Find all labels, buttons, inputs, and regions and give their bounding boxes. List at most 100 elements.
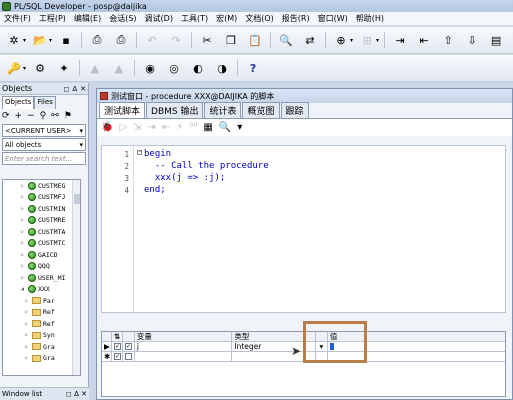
expand-arrow-icon[interactable]: ▷	[21, 183, 28, 189]
session-icon[interactable]: ⚙	[31, 59, 49, 77]
tab-test-window[interactable]: 跟踪	[280, 102, 309, 118]
tab-test-window[interactable]: 统计表	[204, 102, 242, 118]
pin-icon[interactable]: ◻	[66, 390, 72, 398]
expand-arrow-icon[interactable]: ▷	[25, 321, 32, 327]
search-icon[interactable]: 🔍	[219, 122, 231, 133]
menu-item[interactable]: 文件(F)	[0, 13, 35, 24]
include-checkbox[interactable]: ✓	[122, 342, 135, 352]
in-out-cell[interactable]: ✓	[111, 342, 123, 352]
save-icon[interactable]: ▪	[57, 31, 75, 49]
toggle-var-icon[interactable]: ⁰⁰	[189, 122, 197, 133]
menu-item[interactable]: 工具(T)	[177, 13, 212, 24]
redo-icon[interactable]: ↷	[167, 31, 185, 49]
variable-name-cell[interactable]: j	[134, 342, 233, 352]
menu-item[interactable]: 窗口(W)	[314, 13, 352, 24]
execute-icon[interactable]: ⊕	[332, 31, 350, 49]
menu-item[interactable]: 工程(P)	[35, 13, 70, 24]
tree-item[interactable]: ▷ CUSTMTC	[3, 238, 80, 250]
tree-item[interactable]: ▷ Ref	[3, 318, 80, 330]
database-icon[interactable]: ◎	[165, 59, 183, 77]
tree-item[interactable]: ▷ CUSTMFJ	[3, 192, 80, 204]
expand-arrow-icon[interactable]: ▷	[21, 194, 28, 200]
tree-item[interactable]: ▷ CUSTMIN	[3, 203, 80, 215]
expand-arrow-icon[interactable]: ▷	[21, 275, 28, 281]
menu-item[interactable]: 会话(S)	[105, 13, 140, 24]
expand-arrow-icon[interactable]: ▷	[21, 252, 28, 258]
new-icon[interactable]: ✲	[5, 31, 23, 49]
tab-test-window[interactable]: DBMS 输出	[146, 102, 204, 118]
expand-arrow-icon[interactable]: ▷	[21, 263, 28, 269]
pin-icon[interactable]: ◻	[64, 85, 70, 93]
tab-test-window[interactable]: 概览图	[242, 102, 280, 118]
tree-item[interactable]: ▷ Ref	[3, 307, 80, 319]
tree-item[interactable]: ▷ CUSTMTA	[3, 226, 80, 238]
menu-item[interactable]: 宏(M)	[212, 13, 241, 24]
paste-icon[interactable]: 📋	[246, 31, 264, 49]
filter-icon[interactable]: ⚲	[40, 111, 47, 121]
uppercase-icon[interactable]: ⇧	[439, 31, 457, 49]
fold-toggle-icon[interactable]: −	[137, 150, 142, 155]
tree-item[interactable]: ▷ Syn	[3, 330, 80, 342]
in-out-cell[interactable]: ✓	[111, 352, 123, 362]
tree-item[interactable]: ▷ USER_MI	[3, 272, 80, 284]
tree-item[interactable]: ▷ Par	[3, 295, 80, 307]
menu-item[interactable]: 帮助(H)	[352, 13, 388, 24]
run-to-exception-icon[interactable]: ⚡	[176, 122, 183, 133]
step-out-icon[interactable]: ⇤	[162, 122, 170, 133]
run-icon[interactable]: ▷	[119, 122, 127, 133]
comment-icon[interactable]: ▤	[487, 31, 505, 49]
include-checkbox[interactable]	[122, 352, 135, 362]
rollback-icon[interactable]: ▲	[110, 59, 128, 77]
tab-objects[interactable]: Objects	[2, 96, 35, 109]
table-icon[interactable]: ▦	[203, 122, 212, 133]
help-icon[interactable]: ?	[244, 59, 262, 77]
autohide-icon[interactable]: ᐃ	[74, 390, 79, 398]
expand-arrow-icon[interactable]: ▷	[21, 217, 28, 223]
expand-arrow-icon[interactable]: ▷	[25, 309, 32, 315]
chevron-down-icon[interactable]: ▾	[237, 122, 242, 133]
object-tree[interactable]: ▷ CUSTMEG ▷ CUSTMFJ ▷ CUSTMIN ▷ CUSTMRE ▷ CUSTMTA…	[2, 179, 81, 376]
object-filter-select[interactable]: All objects ▾	[2, 138, 86, 151]
connect-icon[interactable]: ◉	[141, 59, 159, 77]
expand-arrow-icon[interactable]: ▷	[25, 355, 32, 361]
autohide-icon[interactable]: ᐃ	[72, 85, 77, 93]
expand-arrow-icon[interactable]: ▷	[21, 229, 28, 235]
print-icon[interactable]: ⎙	[88, 31, 106, 49]
step-over-icon[interactable]: ⇥	[148, 122, 156, 133]
menu-item[interactable]: 报告(R)	[278, 13, 314, 24]
key-icon[interactable]: 🔑	[5, 59, 23, 77]
tree-item[interactable]: ▷ CUSTMRE	[3, 215, 80, 227]
tree-item[interactable]: ▷ CUSTMEG	[3, 180, 80, 192]
commit-icon[interactable]: ▲	[86, 59, 104, 77]
grid-header-variable[interactable]: 变量	[134, 332, 233, 342]
menu-item[interactable]: 编辑(E)	[70, 13, 105, 24]
indent-icon[interactable]: ⇥	[391, 31, 409, 49]
expand-arrow-icon[interactable]: ▷	[25, 344, 32, 350]
expanded-arrow-icon[interactable]: ◢	[21, 286, 28, 292]
tree-item[interactable]: ◢ XXX	[3, 284, 80, 296]
add-icon[interactable]: +	[15, 111, 23, 121]
refresh-icon[interactable]: ⟳	[2, 111, 10, 121]
expand-arrow-icon[interactable]: ▷	[25, 298, 32, 304]
cut-icon[interactable]: ✂	[198, 31, 216, 49]
magic-icon[interactable]: ✦	[55, 59, 73, 77]
find-icon[interactable]: 🔍	[277, 31, 295, 49]
open-icon[interactable]: 📂	[31, 31, 49, 49]
print-preview-icon[interactable]: ⎙	[112, 31, 130, 49]
close-icon[interactable]: ✕	[80, 85, 86, 93]
variable-name-cell[interactable]	[134, 352, 233, 362]
undo-icon[interactable]: ↶	[143, 31, 161, 49]
break-icon[interactable]: ⊞	[358, 31, 376, 49]
tree-scrollbar[interactable]	[72, 180, 80, 375]
code-editor[interactable]: 1 2 3 4 − begin -- Call the procedure xxx(j…	[101, 145, 506, 313]
expand-arrow-icon[interactable]: ▷	[21, 240, 28, 246]
close-icon[interactable]: ✕	[81, 390, 87, 398]
replace-icon[interactable]: ⇄	[301, 31, 319, 49]
menu-item[interactable]: 文档(O)	[241, 13, 278, 24]
start-debugger-icon[interactable]: 🐞	[101, 122, 113, 133]
tab-test-window[interactable]: 测试脚本	[99, 102, 146, 118]
expand-arrow-icon[interactable]: ▷	[21, 206, 28, 212]
tree-item[interactable]: ▷ Gra	[3, 353, 80, 365]
disconnect-icon[interactable]: ◐	[189, 59, 207, 77]
expand-arrow-icon[interactable]: ▷	[25, 332, 32, 338]
